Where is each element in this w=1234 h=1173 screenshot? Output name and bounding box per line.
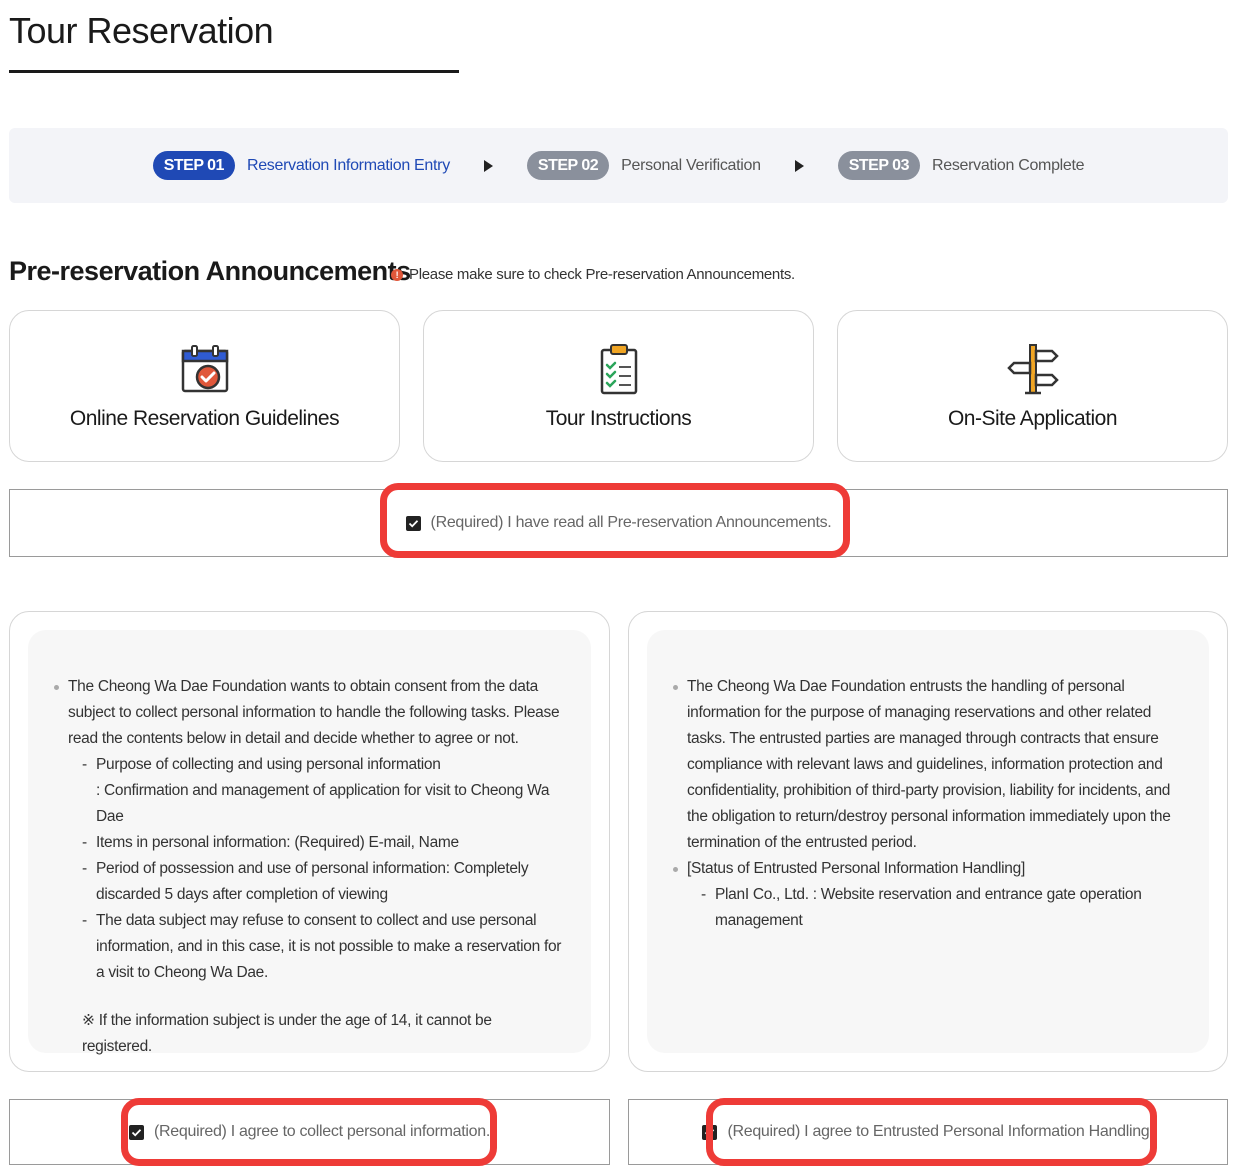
step-3-badge: STEP 03 — [837, 151, 920, 180]
list-item: PlanI Co., Ltd. : Website reservation an… — [701, 882, 1183, 934]
agree-collect-label: (Required) I agree to collect personal i… — [154, 1123, 490, 1140]
consent-entrust-content: The Cheong Wa Dae Foundation entrusts th… — [647, 630, 1209, 1053]
agree-announcements-checkbox[interactable]: (Required) I have read all Pre-reservati… — [405, 514, 832, 532]
age-note: ※ If the information subject is under th… — [82, 1012, 492, 1055]
checkbox-checked-icon[interactable] — [405, 515, 421, 531]
consent-collect-panel: The Cheong Wa Dae Foundation wants to ob… — [9, 611, 610, 1072]
page-title: Tour Reservation — [9, 10, 274, 51]
step-1-badge: STEP 01 — [152, 151, 235, 180]
consent-entrust-intro: The Cheong Wa Dae Foundation entrusts th… — [673, 674, 1183, 856]
announcements-notice: ! Please make sure to check Pre-reservat… — [391, 266, 795, 283]
step-2-badge: STEP 02 — [526, 151, 610, 180]
agree-collect-row: (Required) I agree to collect personal i… — [9, 1098, 610, 1166]
list-item: The data subject may refuse to consent t… — [82, 908, 565, 986]
agree-entrust-checkbox[interactable]: (Required) I agree to Entrusted Personal… — [702, 1123, 1154, 1141]
step-2: STEP 02 Personal Verification — [526, 151, 761, 180]
consent-collect-intro: The Cheong Wa Dae Foundation wants to ob… — [54, 674, 565, 986]
list-item: Period of possession and use of personal… — [82, 856, 565, 908]
notice-text: Please make sure to check Pre-reservatio… — [409, 266, 795, 283]
checkbox-checked-icon[interactable] — [702, 1124, 718, 1140]
announcements-title: Pre-reservation Announcements — [9, 256, 411, 286]
list-item: Items in personal information: (Required… — [82, 830, 565, 856]
card-tour-instructions[interactable]: Tour Instructions — [423, 310, 814, 462]
step-3-label: Reservation Complete — [931, 156, 1085, 174]
list-item: Purpose of collecting and using personal… — [82, 752, 565, 778]
card-online-reservation-guidelines[interactable]: Online Reservation Guidelines — [9, 310, 400, 462]
step-1-label: Reservation Information Entry — [246, 156, 450, 174]
title-underline — [9, 70, 459, 73]
checkbox-checked-icon[interactable] — [129, 1124, 144, 1140]
agree-announcements-row: (Required) I have read all Pre-reservati… — [9, 483, 1228, 558]
clipboard-checklist-icon — [591, 341, 647, 397]
agree-entrust-row: (Required) I agree to Entrusted Personal… — [628, 1098, 1228, 1166]
agree-collect-checkbox[interactable]: (Required) I agree to collect personal i… — [129, 1123, 490, 1141]
step-2-label: Personal Verification — [621, 156, 761, 174]
info-icon: ! — [391, 268, 403, 281]
step-arrow-icon — [483, 159, 493, 172]
step-progress-bar: STEP 01 Reservation Information Entry ST… — [9, 128, 1228, 203]
agree-entrust-label: (Required) I agree to Entrusted Personal… — [727, 1123, 1154, 1140]
consent-entrust-panel: The Cheong Wa Dae Foundation entrusts th… — [628, 611, 1228, 1072]
consent-collect-content: The Cheong Wa Dae Foundation wants to ob… — [28, 630, 591, 1055]
purpose-detail: : Confirmation and management of applica… — [96, 782, 550, 825]
agree-announcements-label: (Required) I have read all Pre-reservati… — [430, 514, 832, 531]
calendar-check-icon — [177, 341, 233, 397]
card-label: Tour Instructions — [545, 407, 692, 430]
entrust-status: [Status of Entrusted Personal Informatio… — [673, 856, 1183, 934]
signpost-icon — [1005, 341, 1061, 397]
step-arrow-icon — [794, 159, 804, 172]
announcement-cards: Online Reservation Guidelines Tour Instr… — [9, 310, 1228, 462]
step-1: STEP 01 Reservation Information Entry — [152, 151, 450, 180]
card-label: Online Reservation Guidelines — [69, 407, 340, 430]
card-label: On-Site Application — [947, 407, 1118, 430]
step-3: STEP 03 Reservation Complete — [837, 151, 1085, 180]
card-on-site-application[interactable]: On-Site Application — [837, 310, 1228, 462]
